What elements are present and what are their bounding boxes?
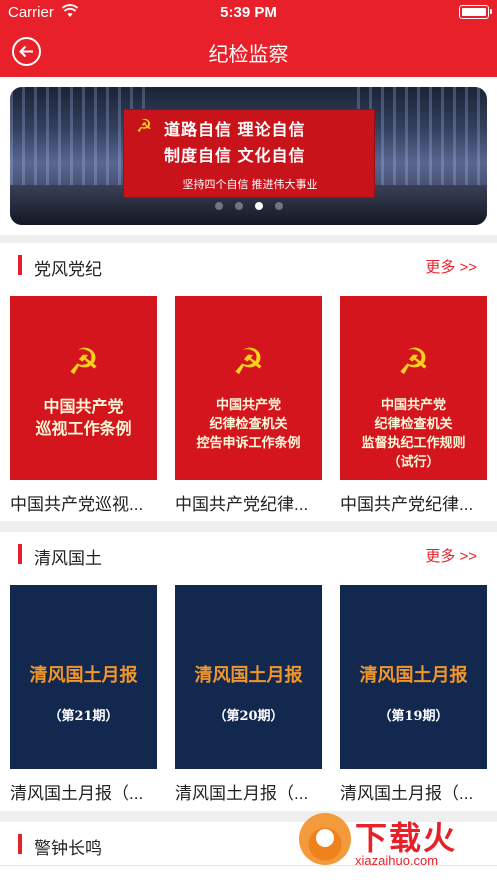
main-content: ☭ 道路自信 理论自信 制度自信 文化自信 坚持四个自信 推进伟大事业 党风党纪… <box>0 77 497 883</box>
cover-text: 中国共产党 纪律检查机关 控告申诉工作条例 <box>196 398 301 451</box>
article-cover: ☭ 中国共产党 纪律检查机关 监督执纪工作规则 （试行） <box>340 296 487 480</box>
article-caption: 中国共产党纪律... <box>340 495 474 514</box>
banner-carousel[interactable]: ☭ 道路自信 理论自信 制度自信 文化自信 坚持四个自信 推进伟大事业 <box>10 87 487 225</box>
banner-line-2: 制度自信 文化自信 <box>164 148 306 165</box>
clock: 5:39 PM <box>220 4 277 21</box>
section-header: 清风国土 更多 >> <box>0 532 497 576</box>
section-marker <box>18 255 22 275</box>
section-marker <box>18 544 22 564</box>
flame-logo-icon <box>299 813 351 865</box>
nav-bar: 纪检监察 <box>0 25 497 77</box>
section-marker <box>18 834 22 854</box>
article-cover: 清风国土月报 （第20期） <box>175 585 322 769</box>
party-emblem-icon: ☭ <box>136 116 153 136</box>
banner-line-1: 道路自信 理论自信 <box>164 122 306 139</box>
cover-issue: （第20期） <box>213 709 284 724</box>
article-caption: 清风国土月报（... <box>175 784 309 803</box>
section-party-discipline: 党风党纪 更多 >> ☭ 中国共产党 巡视工作条例 中国共产党巡视... ☭ 中… <box>0 243 497 521</box>
more-link[interactable]: 更多 >> <box>425 545 477 566</box>
section-header: 党风党纪 更多 >> <box>0 243 497 287</box>
article-caption: 清风国土月报（... <box>10 784 144 803</box>
section-title: 清风国土 <box>34 549 102 568</box>
hammer-sickle-icon: ☭ <box>397 341 430 382</box>
cover-title: 清风国土月报 <box>194 665 303 686</box>
status-bar: Carrier 5:39 PM <box>0 0 497 25</box>
more-link[interactable]: 更多 >> <box>425 256 477 277</box>
watermark-site: xiazaihuo.com <box>355 853 439 868</box>
page-title: 纪检监察 <box>208 44 289 66</box>
carousel-indicator <box>10 197 487 215</box>
cover-title: 清风国土月报 <box>29 665 138 686</box>
watermark: 下载火 xiazaihuo.com <box>299 813 489 873</box>
carousel-dot[interactable] <box>234 202 243 210</box>
cover-text: 中国共产党 巡视工作条例 <box>35 397 132 438</box>
article-cover: ☭ 中国共产党 巡视工作条例 <box>10 296 157 480</box>
article-cover: 清风国土月报 （第21期） <box>10 585 157 769</box>
hammer-sickle-icon: ☭ <box>67 341 100 382</box>
article-caption: 清风国土月报（... <box>340 784 474 803</box>
article-cover: 清风国土月报 （第19期） <box>340 585 487 769</box>
article-caption: 中国共产党巡视... <box>10 495 144 514</box>
battery-icon <box>459 5 492 19</box>
carousel-dot[interactable] <box>274 202 283 210</box>
article-caption: 中国共产党纪律... <box>175 495 309 514</box>
section-title: 警钟长鸣 <box>34 839 102 858</box>
cover-title: 清风国土月报 <box>359 665 468 686</box>
banner-section: ☭ 道路自信 理论自信 制度自信 文化自信 坚持四个自信 推进伟大事业 <box>0 77 497 235</box>
carousel-dot-active[interactable] <box>254 202 263 210</box>
cover-text: 中国共产党 纪律检查机关 监督执纪工作规则 （试行） <box>361 398 466 470</box>
cover-issue: （第19期） <box>378 709 449 724</box>
section-title: 党风党纪 <box>34 260 102 279</box>
banner-slogan-plate: ☭ 道路自信 理论自信 制度自信 文化自信 坚持四个自信 推进伟大事业 <box>123 109 375 198</box>
hammer-sickle-icon: ☭ <box>232 341 265 382</box>
article-cover: ☭ 中国共产党 纪律检查机关 控告申诉工作条例 <box>175 296 322 480</box>
cover-issue: （第21期） <box>48 709 119 724</box>
carousel-dot[interactable] <box>214 202 223 210</box>
banner-slogan: 坚持四个自信 推进伟大事业 <box>182 179 318 191</box>
section-clean-land: 清风国土 更多 >> 清风国土月报 （第21期） 清风国土月报（... 清风国土… <box>0 532 497 811</box>
